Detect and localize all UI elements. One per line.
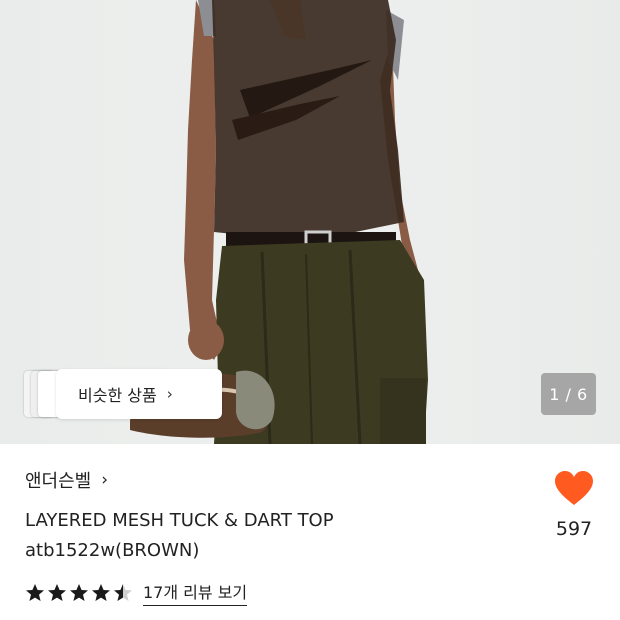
similar-products-label: 비슷한 상품 (78, 386, 157, 405)
brand-link[interactable]: 앤더슨벨 › (25, 467, 108, 493)
like-count: 597 (555, 518, 593, 540)
product-image-gallery[interactable]: 비슷한 상품 › 1 / 6 (0, 0, 620, 444)
star-icon (26, 583, 44, 601)
product-title-line2: atb1522w(BROWN) (25, 540, 200, 561)
image-pager-indicator: 1 / 6 (541, 373, 596, 415)
star-rating (25, 583, 133, 603)
star-icon (48, 583, 66, 601)
star-icon (92, 583, 110, 601)
rating-row: 17개 리뷰 보기 (25, 579, 248, 606)
review-link[interactable]: 17개 리뷰 보기 (143, 579, 248, 606)
heart-icon[interactable] (554, 470, 594, 506)
brand-name: 앤더슨벨 (25, 471, 92, 492)
similar-products-button[interactable]: 비슷한 상품 › (56, 369, 222, 419)
chevron-right-icon: › (166, 385, 173, 403)
like-button[interactable]: 597 (552, 470, 596, 540)
product-title: LAYERED MESH TUCK & DART TOP atb1522w(BR… (25, 506, 465, 566)
star-icon (70, 583, 88, 601)
chevron-right-icon: › (101, 470, 109, 490)
product-title-line1: LAYERED MESH TUCK & DART TOP (25, 510, 334, 531)
star-icon (114, 583, 132, 601)
